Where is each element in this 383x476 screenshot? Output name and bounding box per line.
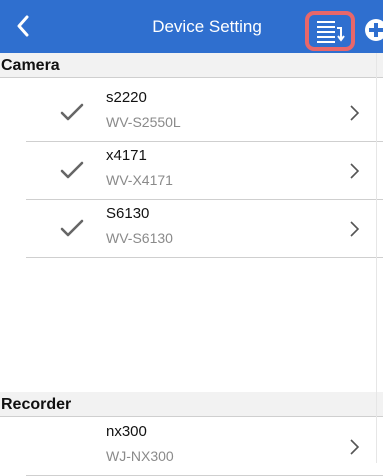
page-title: Device Setting bbox=[152, 17, 262, 36]
device-model: WV-S6130 bbox=[106, 230, 173, 246]
device-name: S6130 bbox=[106, 205, 150, 222]
chevron-right-icon bbox=[350, 439, 360, 455]
list-item[interactable]: x4171 WV-X4171 bbox=[26, 142, 383, 200]
device-model: WJ-NX300 bbox=[106, 448, 174, 464]
device-name: nx300 bbox=[106, 423, 147, 440]
add-device-button[interactable] bbox=[364, 18, 383, 42]
add-circle-icon bbox=[365, 19, 383, 41]
device-name: x4171 bbox=[106, 147, 147, 164]
chevron-right-icon bbox=[350, 163, 360, 179]
list-item[interactable]: s2220 WV-S2550L bbox=[26, 84, 383, 142]
device-name: s2220 bbox=[106, 89, 147, 106]
section-header-recorder: Recorder bbox=[0, 392, 383, 417]
list-item[interactable]: nx300 WJ-NX300 bbox=[26, 418, 383, 476]
checkmark-icon bbox=[60, 219, 84, 237]
scroll-edge bbox=[376, 53, 377, 463]
back-button[interactable] bbox=[10, 13, 36, 39]
section-header-camera: Camera bbox=[0, 53, 383, 78]
back-chevron-icon bbox=[17, 15, 29, 37]
checkmark-icon bbox=[60, 103, 84, 121]
device-model: WV-S2550L bbox=[106, 114, 181, 130]
list-item[interactable]: S6130 WV-S6130 bbox=[26, 200, 383, 258]
app-header: Device Setting bbox=[0, 0, 383, 53]
sort-list-icon bbox=[317, 21, 345, 43]
sort-button[interactable] bbox=[305, 11, 355, 51]
device-model: WV-X4171 bbox=[106, 172, 173, 188]
chevron-right-icon bbox=[350, 221, 360, 237]
checkmark-icon bbox=[60, 161, 84, 179]
chevron-right-icon bbox=[350, 105, 360, 121]
